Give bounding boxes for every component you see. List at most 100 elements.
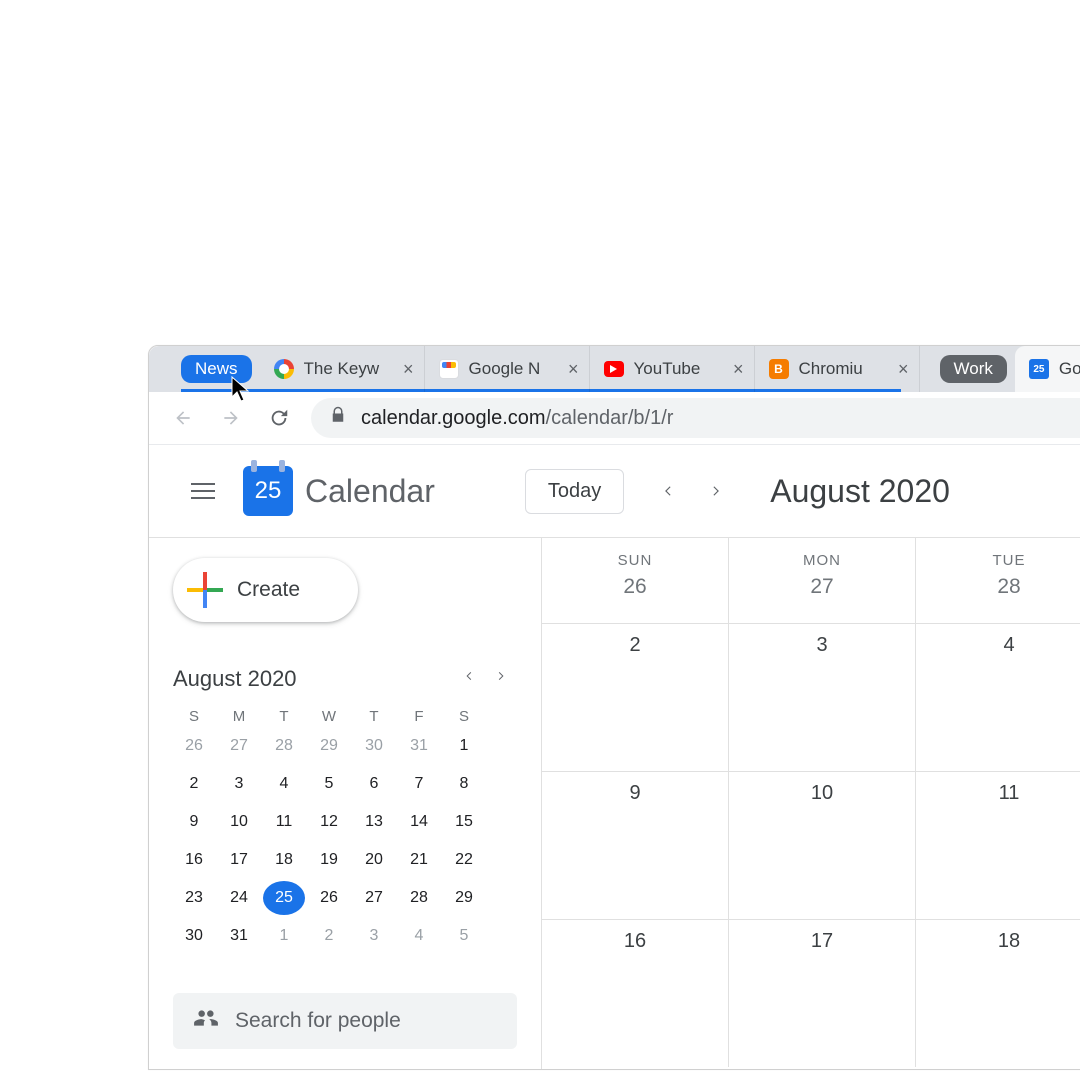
mini-day[interactable]: 31 xyxy=(398,729,440,763)
tab-chromium[interactable]: B Chromiu × xyxy=(755,346,920,392)
tab-title: Chromiu xyxy=(799,359,896,379)
mini-day[interactable]: 3 xyxy=(353,919,395,953)
search-people-input[interactable]: Search for people xyxy=(173,993,517,1049)
mini-next-button[interactable] xyxy=(495,666,507,692)
mini-day[interactable]: 16 xyxy=(173,843,215,877)
mini-dow-label: S xyxy=(443,708,485,725)
mini-dow-label: S xyxy=(173,708,215,725)
mini-day[interactable]: 8 xyxy=(443,767,485,801)
grid-column-header: SUN26 xyxy=(542,538,729,623)
mini-day[interactable]: 25 xyxy=(263,881,305,915)
mini-day[interactable]: 1 xyxy=(443,729,485,763)
grid-cell[interactable]: 11 xyxy=(916,772,1080,919)
sidebar: Create August 2020 SMTWTFS26272829303112… xyxy=(149,538,541,1069)
close-icon[interactable]: × xyxy=(896,359,911,380)
mini-day[interactable]: 19 xyxy=(308,843,350,877)
grid-column-header: TUE 28 xyxy=(916,538,1080,623)
mini-day[interactable]: 18 xyxy=(263,843,305,877)
mini-day[interactable]: 13 xyxy=(353,805,395,839)
close-icon[interactable]: × xyxy=(731,359,746,380)
calendar-header: 25 Calendar Today August 2020 xyxy=(149,445,1080,538)
mini-day[interactable]: 22 xyxy=(443,843,485,877)
tab-calendar[interactable]: 25 Goo xyxy=(1015,346,1080,392)
prev-period-button[interactable] xyxy=(644,467,692,515)
tab-group-news[interactable]: News xyxy=(181,355,252,383)
mini-day[interactable]: 24 xyxy=(218,881,260,915)
grid-cell[interactable]: 10 xyxy=(729,772,916,919)
google-icon xyxy=(274,359,294,379)
today-button[interactable]: Today xyxy=(525,469,624,514)
address-bar[interactable]: calendar.google.com/calendar/b/1/r xyxy=(311,398,1080,438)
grid-cell[interactable]: 3 xyxy=(729,624,916,771)
forward-button[interactable] xyxy=(211,398,251,438)
grid-cell[interactable]: 16 xyxy=(542,920,729,1067)
mini-day[interactable]: 1 xyxy=(263,919,305,953)
mini-day[interactable]: 5 xyxy=(443,919,485,953)
mini-day[interactable]: 29 xyxy=(443,881,485,915)
mini-day[interactable]: 29 xyxy=(308,729,350,763)
mini-day[interactable]: 11 xyxy=(263,805,305,839)
mini-day[interactable]: 9 xyxy=(173,805,215,839)
mini-day[interactable]: 27 xyxy=(353,881,395,915)
mini-day[interactable]: 7 xyxy=(398,767,440,801)
blogger-icon: B xyxy=(769,359,789,379)
tab-keyword[interactable]: The Keyw × xyxy=(260,346,425,392)
back-button[interactable] xyxy=(163,398,203,438)
tab-google-news[interactable]: Google N × xyxy=(425,346,590,392)
mini-day[interactable]: 5 xyxy=(308,767,350,801)
mini-day[interactable]: 27 xyxy=(218,729,260,763)
grid-cell[interactable]: 4 xyxy=(916,624,1080,771)
mini-day[interactable]: 15 xyxy=(443,805,485,839)
view-month-label: August 2020 xyxy=(770,473,950,510)
create-label: Create xyxy=(237,578,300,602)
mini-day[interactable]: 12 xyxy=(308,805,350,839)
mini-prev-button[interactable] xyxy=(463,666,475,692)
mini-dow-label: F xyxy=(398,708,440,725)
mini-day[interactable]: 31 xyxy=(218,919,260,953)
mini-day[interactable]: 21 xyxy=(398,843,440,877)
reload-button[interactable] xyxy=(259,398,299,438)
menu-icon[interactable] xyxy=(179,467,227,515)
mini-day[interactable]: 28 xyxy=(398,881,440,915)
grid-row: 91011 xyxy=(542,771,1080,919)
mini-dow-label: M xyxy=(218,708,260,725)
mini-day[interactable]: 23 xyxy=(173,881,215,915)
mini-day[interactable]: 26 xyxy=(173,729,215,763)
mini-day[interactable]: 14 xyxy=(398,805,440,839)
mini-day[interactable]: 30 xyxy=(173,919,215,953)
mini-day[interactable]: 6 xyxy=(353,767,395,801)
close-icon[interactable]: × xyxy=(566,359,581,380)
next-period-button[interactable] xyxy=(692,467,740,515)
mini-day[interactable]: 3 xyxy=(218,767,260,801)
grid-cell[interactable]: 18 xyxy=(916,920,1080,1067)
mini-day[interactable]: 30 xyxy=(353,729,395,763)
tab-title: YouTube xyxy=(634,359,731,379)
main-calendar-grid: SUN26MON27TUE28 23491011161718 xyxy=(541,538,1080,1069)
mini-day[interactable]: 4 xyxy=(263,767,305,801)
tab-group-work[interactable]: Work xyxy=(940,355,1007,383)
mini-day[interactable]: 2 xyxy=(308,919,350,953)
mini-day[interactable]: 10 xyxy=(218,805,260,839)
mini-day[interactable]: 26 xyxy=(308,881,350,915)
grid-column-header: MON27 xyxy=(729,538,916,623)
close-icon[interactable]: × xyxy=(401,359,416,380)
mini-day[interactable]: 17 xyxy=(218,843,260,877)
tab-youtube[interactable]: YouTube × xyxy=(590,346,755,392)
url-host: calendar.google.com xyxy=(361,407,546,430)
calendar-icon: 25 xyxy=(1029,359,1049,379)
grid-cell[interactable]: 17 xyxy=(729,920,916,1067)
search-placeholder: Search for people xyxy=(235,1009,401,1033)
create-button[interactable]: Create xyxy=(173,558,358,622)
mini-day[interactable]: 2 xyxy=(173,767,215,801)
mini-day[interactable]: 20 xyxy=(353,843,395,877)
dow-label: SUN xyxy=(542,552,728,569)
grid-cell[interactable]: 2 xyxy=(542,624,729,771)
youtube-icon xyxy=(604,359,624,379)
grid-cell[interactable]: 9 xyxy=(542,772,729,919)
date-label: 28 xyxy=(916,575,1080,599)
calendar-logo-icon: 25 xyxy=(243,466,293,516)
mini-dow-label: T xyxy=(263,708,305,725)
dow-label: TUE xyxy=(916,552,1080,569)
mini-day[interactable]: 4 xyxy=(398,919,440,953)
mini-day[interactable]: 28 xyxy=(263,729,305,763)
